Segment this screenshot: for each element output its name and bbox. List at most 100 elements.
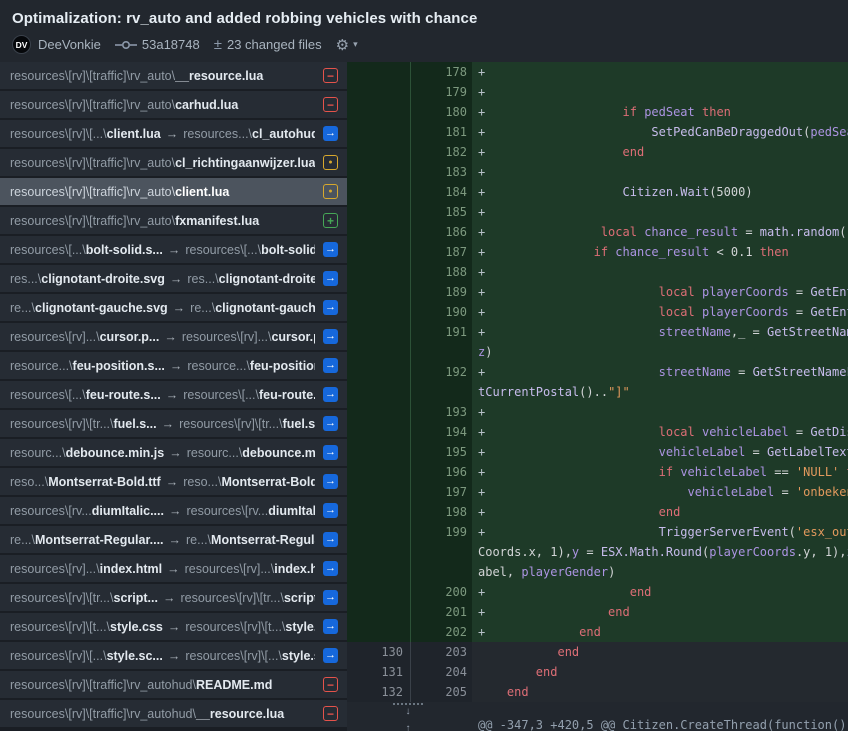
- code-text: +: [472, 62, 848, 82]
- old-line-number: [347, 322, 410, 342]
- diff-line: 185+: [347, 202, 848, 222]
- new-line-number: 204: [410, 662, 472, 682]
- file-row[interactable]: resources\[rv]\[tr...\script...→resource…: [0, 584, 347, 611]
- file-row[interactable]: resources\[rv]\[traffic]\rv_autohud\__re…: [0, 700, 347, 727]
- code-text: + if chance_result < 0.1 then: [472, 242, 848, 262]
- file-row[interactable]: resources\[rv]...\index.html→resources\[…: [0, 555, 347, 582]
- old-line-number: 132: [347, 682, 410, 702]
- new-line-number: [410, 562, 472, 582]
- old-line-number: [347, 542, 410, 562]
- file-row[interactable]: resourc...\debounce.min.js→resourc...\de…: [0, 439, 347, 466]
- new-line-number: [410, 542, 472, 562]
- file-path-label: resources\[...\feu-route.s...→resources\…: [10, 388, 315, 402]
- diff-line: 195+ vehicleLabel = GetLabelText(vehicle…: [347, 442, 848, 462]
- new-line-number: 199: [410, 522, 472, 542]
- file-row[interactable]: resources\[rv]...\cursor.p...→resources\…: [0, 323, 347, 350]
- file-row[interactable]: reso...\Montserrat-Bold.ttf→reso...\Mont…: [0, 468, 347, 495]
- file-path-label: resources\[rv...diumItalic....→resources…: [10, 504, 315, 518]
- new-line-number: 179: [410, 82, 472, 102]
- new-line-number: 197: [410, 482, 472, 502]
- gear-icon[interactable]: ⚙: [336, 36, 349, 54]
- diff-line: 190+ local playerCoords = GetEntityCoord…: [347, 302, 848, 322]
- diff-line: 184+ Citizen.Wait(5000): [347, 182, 848, 202]
- status-deleted-icon: −: [323, 97, 338, 112]
- file-row[interactable]: resources\[rv]\[traffic]\rv_auto\__resou…: [0, 62, 347, 89]
- file-row[interactable]: re...\clignotant-gauche.svg→re...\cligno…: [0, 294, 347, 321]
- code-text: + end: [472, 582, 848, 602]
- code-text: +: [472, 202, 848, 222]
- old-line-number: [347, 562, 410, 582]
- status-renamed-icon: →: [323, 474, 338, 489]
- new-line-number: 201: [410, 602, 472, 622]
- file-row[interactable]: res...\clignotant-droite.svg→res...\clig…: [0, 265, 347, 292]
- file-path-label: resources\[rv]\[traffic]\rv_auto\fxmanif…: [10, 214, 315, 228]
- new-line-number: 186: [410, 222, 472, 242]
- code-text: + vehicleLabel = GetLabelText(vehicleLab…: [472, 442, 848, 462]
- status-added-icon: +: [323, 213, 338, 228]
- file-row[interactable]: resource...\feu-position.s...→resource..…: [0, 352, 347, 379]
- diff-line: 192+ streetName = GetStreetNameFromHashK…: [347, 362, 848, 382]
- file-row[interactable]: resources\[rv]\[...\style.sc...→resource…: [0, 642, 347, 669]
- code-text: + Citizen.Wait(5000): [472, 182, 848, 202]
- avatar: DV: [12, 35, 31, 54]
- status-renamed-icon: →: [323, 126, 338, 141]
- new-line-number: 194: [410, 422, 472, 442]
- status-renamed-icon: →: [323, 619, 338, 634]
- old-line-number: [347, 442, 410, 462]
- changed-files-count: 23 changed files: [227, 37, 322, 52]
- status-renamed-icon: →: [323, 242, 338, 257]
- new-line-number: 184: [410, 182, 472, 202]
- file-row[interactable]: resources\[rv]\[traffic]\rv_auto\fxmanif…: [0, 207, 347, 234]
- old-line-number: [347, 162, 410, 182]
- new-line-number: 191: [410, 322, 472, 342]
- new-line-number: 180: [410, 102, 472, 122]
- file-row[interactable]: resources\[...\bolt-solid.s...→resources…: [0, 236, 347, 263]
- diff-line: 188+: [347, 262, 848, 282]
- file-row[interactable]: resources\[...\feu-route.s...→resources\…: [0, 381, 347, 408]
- new-line-number: 200: [410, 582, 472, 602]
- changed-files-list: resources\[rv]\[traffic]\rv_auto\__resou…: [0, 62, 347, 731]
- commit-hash: 53a18748: [142, 37, 200, 52]
- file-path-label: resources\[rv]\[traffic]\rv_auto\cl_rich…: [10, 156, 315, 170]
- expand-up-icon[interactable]: ↑: [393, 723, 423, 731]
- code-text: + streetName = GetStreetNameFromHashKey(…: [472, 362, 848, 382]
- file-path-label: resourc...\debounce.min.js→resourc...\de…: [10, 446, 315, 460]
- file-row[interactable]: resources\[rv...diumItalic....→resources…: [0, 497, 347, 524]
- status-renamed-icon: →: [323, 561, 338, 576]
- expand-down-icon[interactable]: ↓: [393, 703, 423, 717]
- file-row[interactable]: resources\[rv]\[t...\style.css→resources…: [0, 613, 347, 640]
- diff-line: 181+ SetPedCanBeDraggedOut(pedSeat, fals…: [347, 122, 848, 142]
- old-line-number: [347, 422, 410, 442]
- new-line-number: 188: [410, 262, 472, 282]
- code-text: + end: [472, 622, 848, 642]
- chevron-down-icon[interactable]: ▾: [353, 39, 358, 50]
- old-line-number: [347, 502, 410, 522]
- diff-line: 199+ TriggerServerEvent('esx_outlawalert…: [347, 522, 848, 542]
- old-line-number: [347, 302, 410, 322]
- file-row[interactable]: resources\[rv]\[traffic]\rv_autohud\READ…: [0, 671, 347, 698]
- code-text: end: [472, 682, 848, 702]
- new-line-number: 196: [410, 462, 472, 482]
- diff-line: 183+: [347, 162, 848, 182]
- file-row[interactable]: re...\Montserrat-Regular....→re...\Monts…: [0, 526, 347, 553]
- status-renamed-icon: →: [323, 648, 338, 663]
- file-row[interactable]: resources\[rv]\[traffic]\rv_auto\client.…: [0, 178, 347, 205]
- code-text: Coords.x, 1),y = ESX.Math.Round(playerCo…: [472, 542, 848, 562]
- file-row[interactable]: resources\[rv]\[traffic]\rv_auto\cl_rich…: [0, 149, 347, 176]
- new-line-number: 189: [410, 282, 472, 302]
- diff-line: 189+ local playerCoords = GetEntityCoord…: [347, 282, 848, 302]
- file-path-label: res...\clignotant-droite.svg→res...\clig…: [10, 272, 315, 286]
- file-row[interactable]: resources\[rv]\[traffic]\rv_auto\carhud.…: [0, 91, 347, 118]
- code-text: + local chance_result = math.random(): [472, 222, 848, 242]
- diff-line: 186+ local chance_result = math.random(): [347, 222, 848, 242]
- diff-pane: 178+ 179+ 180+ if pedSeat then181+ SetPe…: [347, 62, 848, 731]
- code-text: end: [472, 662, 848, 682]
- file-row[interactable]: resources\[rv]\[tr...\fuel.s...→resource…: [0, 410, 347, 437]
- commit-title: Optimalization: rv_auto and added robbin…: [12, 10, 836, 27]
- file-path-label: resources\[rv]\[tr...\script...→resource…: [10, 591, 315, 605]
- file-row[interactable]: resources\[rv]\[...\client.lua→resources…: [0, 120, 347, 147]
- status-deleted-icon: −: [323, 68, 338, 83]
- old-line-number: [347, 522, 410, 542]
- new-line-number: 203: [410, 642, 472, 662]
- diff-line: 187+ if chance_result < 0.1 then: [347, 242, 848, 262]
